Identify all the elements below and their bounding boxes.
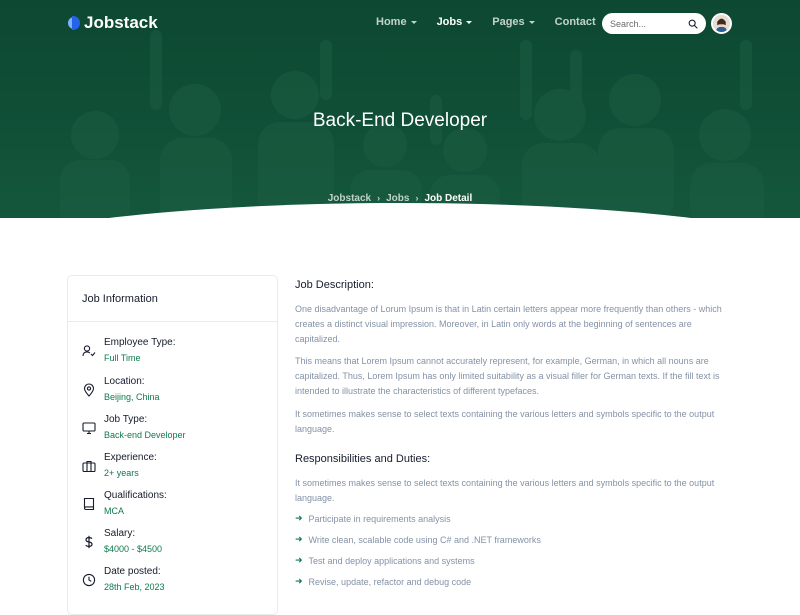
main-nav: Home Jobs Pages Contact (376, 15, 596, 29)
arrow-right-icon: ➜ (295, 576, 303, 586)
brand-name: Jobstack (84, 13, 158, 32)
info-row-job-type: Job Type: Back-end Developer (82, 414, 272, 446)
card-title: Job Information (82, 293, 158, 305)
search-icon[interactable] (688, 19, 698, 29)
description-paragraph: This means that Lorem Ipsum cannot accur… (295, 356, 720, 396)
info-label: Employee Type: (104, 337, 176, 348)
list-item: ➜ Revise, update, refactor and debug cod… (295, 576, 471, 587)
duty-text: Test and deploy applications and systems (308, 555, 475, 566)
page-title: Back-End Developer (312, 110, 488, 131)
nav-item-label: Jobs (436, 16, 463, 28)
info-value: Full Time (104, 353, 141, 363)
monitor-icon (82, 422, 96, 435)
duty-text: Revise, update, refactor and debug code (308, 576, 472, 587)
info-value: Back-end Developer (104, 430, 186, 440)
info-label: Date posted: (104, 566, 161, 577)
chevron-down-icon (528, 20, 535, 24)
info-value: $4000 - $4500 (104, 544, 163, 554)
arrow-right-icon: ➜ (295, 513, 303, 523)
search-box (602, 13, 706, 34)
info-row-location: Location: Beijing, China (82, 376, 272, 408)
chevron-down-icon (466, 20, 473, 24)
description-paragraph: One disadvantage of Lorum Ipsum is that … (295, 304, 722, 344)
brand-logo[interactable]: Jobstack (68, 12, 158, 34)
responsibilities-heading: Responsibilities and Duties: (295, 453, 431, 465)
info-label: Job Type: (104, 414, 148, 425)
clock-icon (82, 573, 96, 587)
nav-item-label: Home (376, 16, 407, 28)
info-row-salary: Salary: $4000 - $4500 (82, 528, 272, 560)
nav-item-label: Pages (492, 16, 525, 28)
info-label: Qualifications: (104, 490, 167, 501)
info-value: MCA (104, 506, 124, 516)
info-value: 2+ years (104, 468, 139, 478)
nav-item-home[interactable]: Home (376, 15, 417, 29)
chevron-down-icon (410, 20, 417, 24)
avatar[interactable] (711, 13, 732, 34)
info-label: Salary: (104, 528, 136, 539)
user-check-icon (82, 345, 96, 357)
description-heading: Job Description: (295, 279, 374, 291)
chevron-right-icon: › (377, 193, 381, 203)
arrow-right-icon: ➜ (295, 534, 303, 544)
list-item: ➜ Participate in requirements analysis (295, 513, 451, 524)
book-icon (83, 497, 95, 511)
duty-text: Participate in requirements analysis (308, 513, 451, 524)
job-information-card: Job Information Employee Type: Full Time… (67, 275, 278, 615)
info-row-employee-type: Employee Type: Full Time (82, 337, 272, 369)
nav-item-label: Contact (554, 16, 596, 28)
duty-text: Write clean, scalable code using C# and … (308, 534, 541, 545)
info-row-date-posted: Date posted: 28th Feb, 2023 (82, 566, 272, 598)
info-label: Location: (104, 376, 145, 387)
list-item: ➜ Test and deploy applications and syste… (295, 555, 475, 566)
responsibilities-intro: It sometimes makes sense to select texts… (295, 478, 715, 503)
briefcase-icon (82, 460, 96, 473)
info-value: Beijing, China (104, 392, 160, 402)
description-paragraph: It sometimes makes sense to select texts… (295, 409, 715, 434)
nav-item-contact[interactable]: Contact (555, 15, 596, 29)
hero-banner: Jobstack Home Jobs Pages Contact Back-En… (0, 0, 800, 218)
logo-icon (68, 16, 80, 30)
map-pin-icon (83, 383, 95, 397)
chevron-right-icon: › (415, 193, 419, 203)
info-value: 28th Feb, 2023 (104, 582, 165, 592)
nav-item-pages[interactable]: Pages (492, 15, 535, 29)
breadcrumb-current: Job Detail (424, 193, 473, 204)
breadcrumb-link-jobs[interactable]: Jobs (386, 193, 409, 204)
user-photo-icon (713, 15, 730, 32)
dollar-icon (85, 535, 93, 549)
search-input[interactable] (610, 18, 686, 29)
list-item: ➜ Write clean, scalable code using C# an… (295, 534, 541, 545)
divider (68, 321, 277, 322)
nav-item-jobs[interactable]: Jobs (437, 15, 473, 29)
arrow-right-icon: ➜ (295, 555, 303, 565)
breadcrumb-link-home[interactable]: Jobstack (328, 193, 371, 204)
breadcrumb: Jobstack › Jobs › Job Detail (0, 193, 800, 204)
info-row-qualifications: Qualifications: MCA (82, 490, 272, 522)
info-row-experience: Experience: 2+ years (82, 452, 272, 484)
info-label: Experience: (104, 452, 157, 463)
